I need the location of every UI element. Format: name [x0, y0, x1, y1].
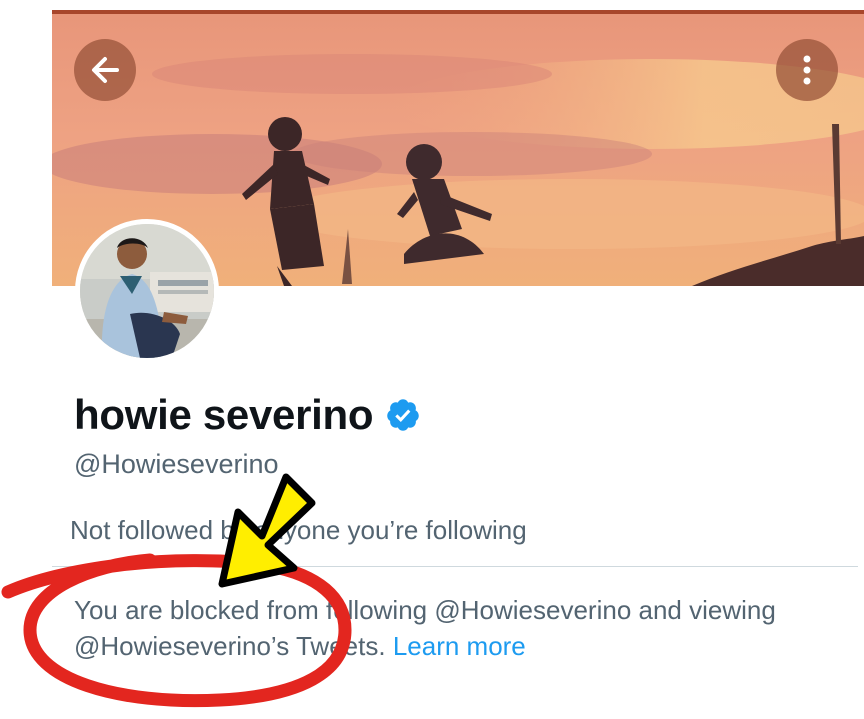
display-name: howie severino [74, 391, 374, 438]
profile-page: howie severino @Howieseverino Not follow… [0, 0, 864, 719]
more-options-button[interactable] [776, 39, 838, 101]
learn-more-link[interactable]: Learn more [393, 631, 526, 661]
avatar[interactable] [75, 219, 219, 363]
verified-badge-icon [387, 399, 419, 431]
back-button[interactable] [74, 39, 136, 101]
blocked-message: You are blocked from following @Howiesev… [74, 592, 844, 664]
profile-handle: @Howieseverino [74, 449, 279, 479]
divider [52, 566, 858, 567]
followers-you-know-note: Not followed by anyone you’re following [70, 515, 527, 545]
more-vertical-icon [803, 55, 811, 85]
arrow-left-icon [92, 57, 119, 83]
name-row: howie severino [74, 388, 421, 442]
